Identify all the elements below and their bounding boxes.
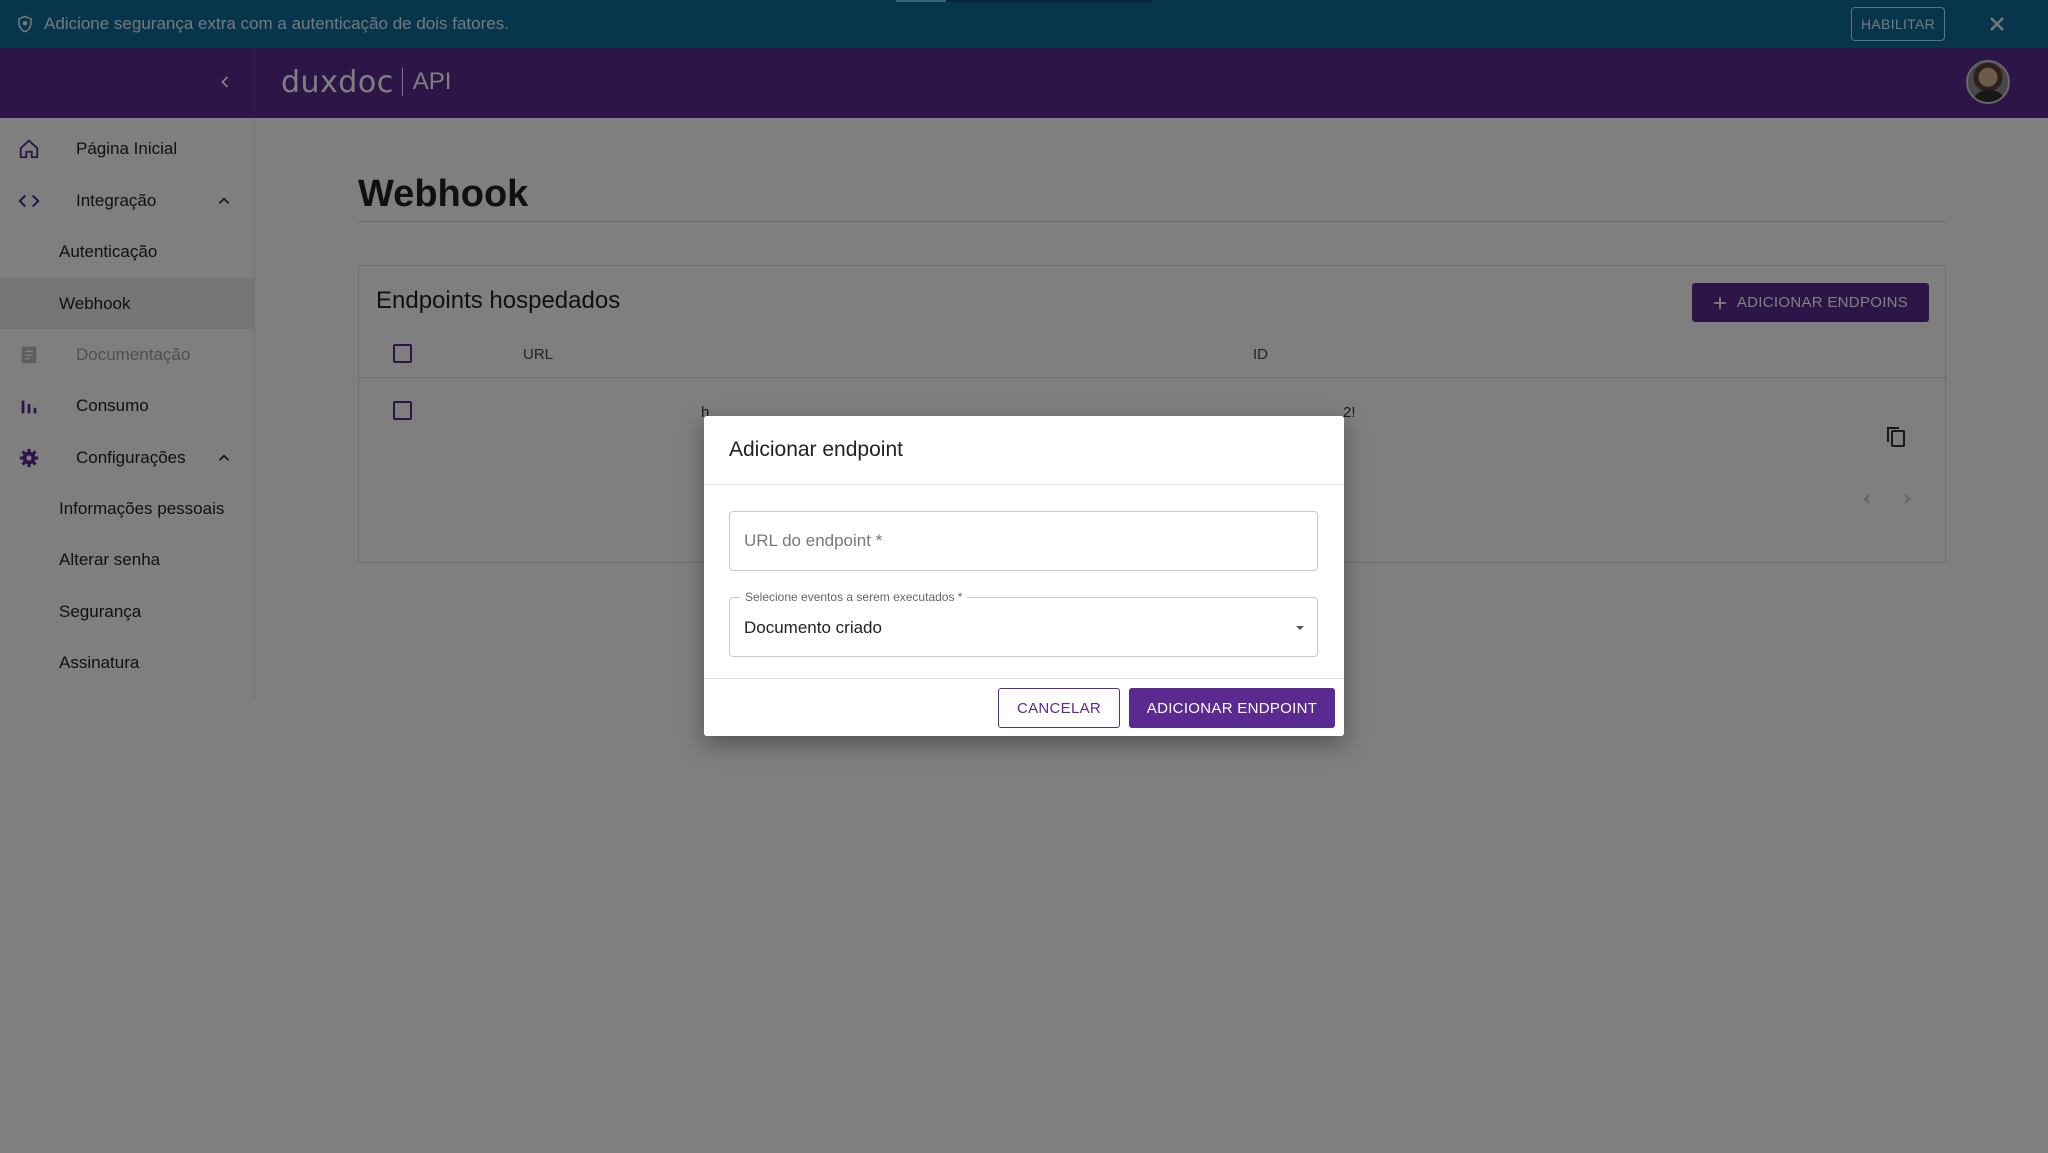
dialog-title: Adicionar endpoint bbox=[729, 438, 903, 461]
dialog-footer-divider bbox=[704, 678, 1344, 679]
events-select[interactable]: Selecione eventos a serem executados * D… bbox=[729, 590, 1318, 657]
add-endpoint-button[interactable]: ADICIONAR ENDPOINT bbox=[1129, 688, 1335, 728]
cancel-button[interactable]: CANCELAR bbox=[998, 688, 1120, 728]
dropdown-arrow-icon bbox=[1296, 626, 1304, 630]
dialog-divider bbox=[704, 484, 1344, 485]
endpoint-url-input[interactable] bbox=[744, 512, 1304, 570]
events-select-value: Documento criado bbox=[744, 618, 882, 637]
endpoint-url-field[interactable] bbox=[729, 511, 1318, 571]
add-endpoint-dialog: Adicionar endpoint Selecione eventos a s… bbox=[704, 416, 1344, 736]
events-select-label: Selecione eventos a serem executados * bbox=[740, 590, 968, 604]
